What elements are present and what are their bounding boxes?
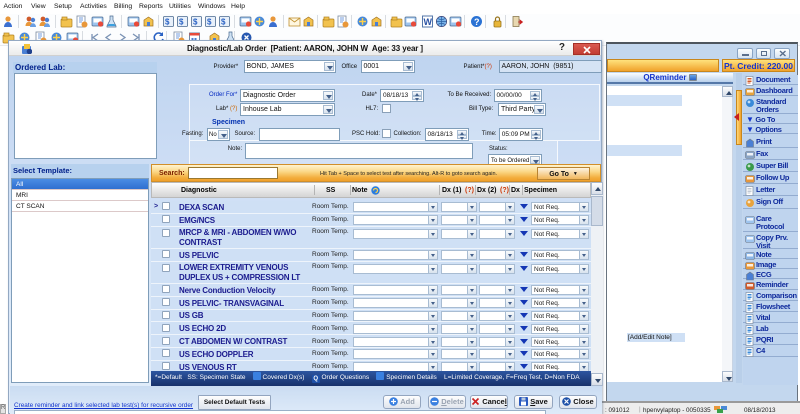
svg-text:$: $	[179, 18, 184, 27]
svg-text:W: W	[424, 17, 433, 27]
svg-text:$: $	[221, 18, 226, 27]
svg-text:$: $	[207, 18, 212, 27]
svg-text:$: $	[165, 18, 170, 27]
svg-text:?: ?	[474, 17, 480, 27]
svg-text:$: $	[193, 18, 198, 27]
